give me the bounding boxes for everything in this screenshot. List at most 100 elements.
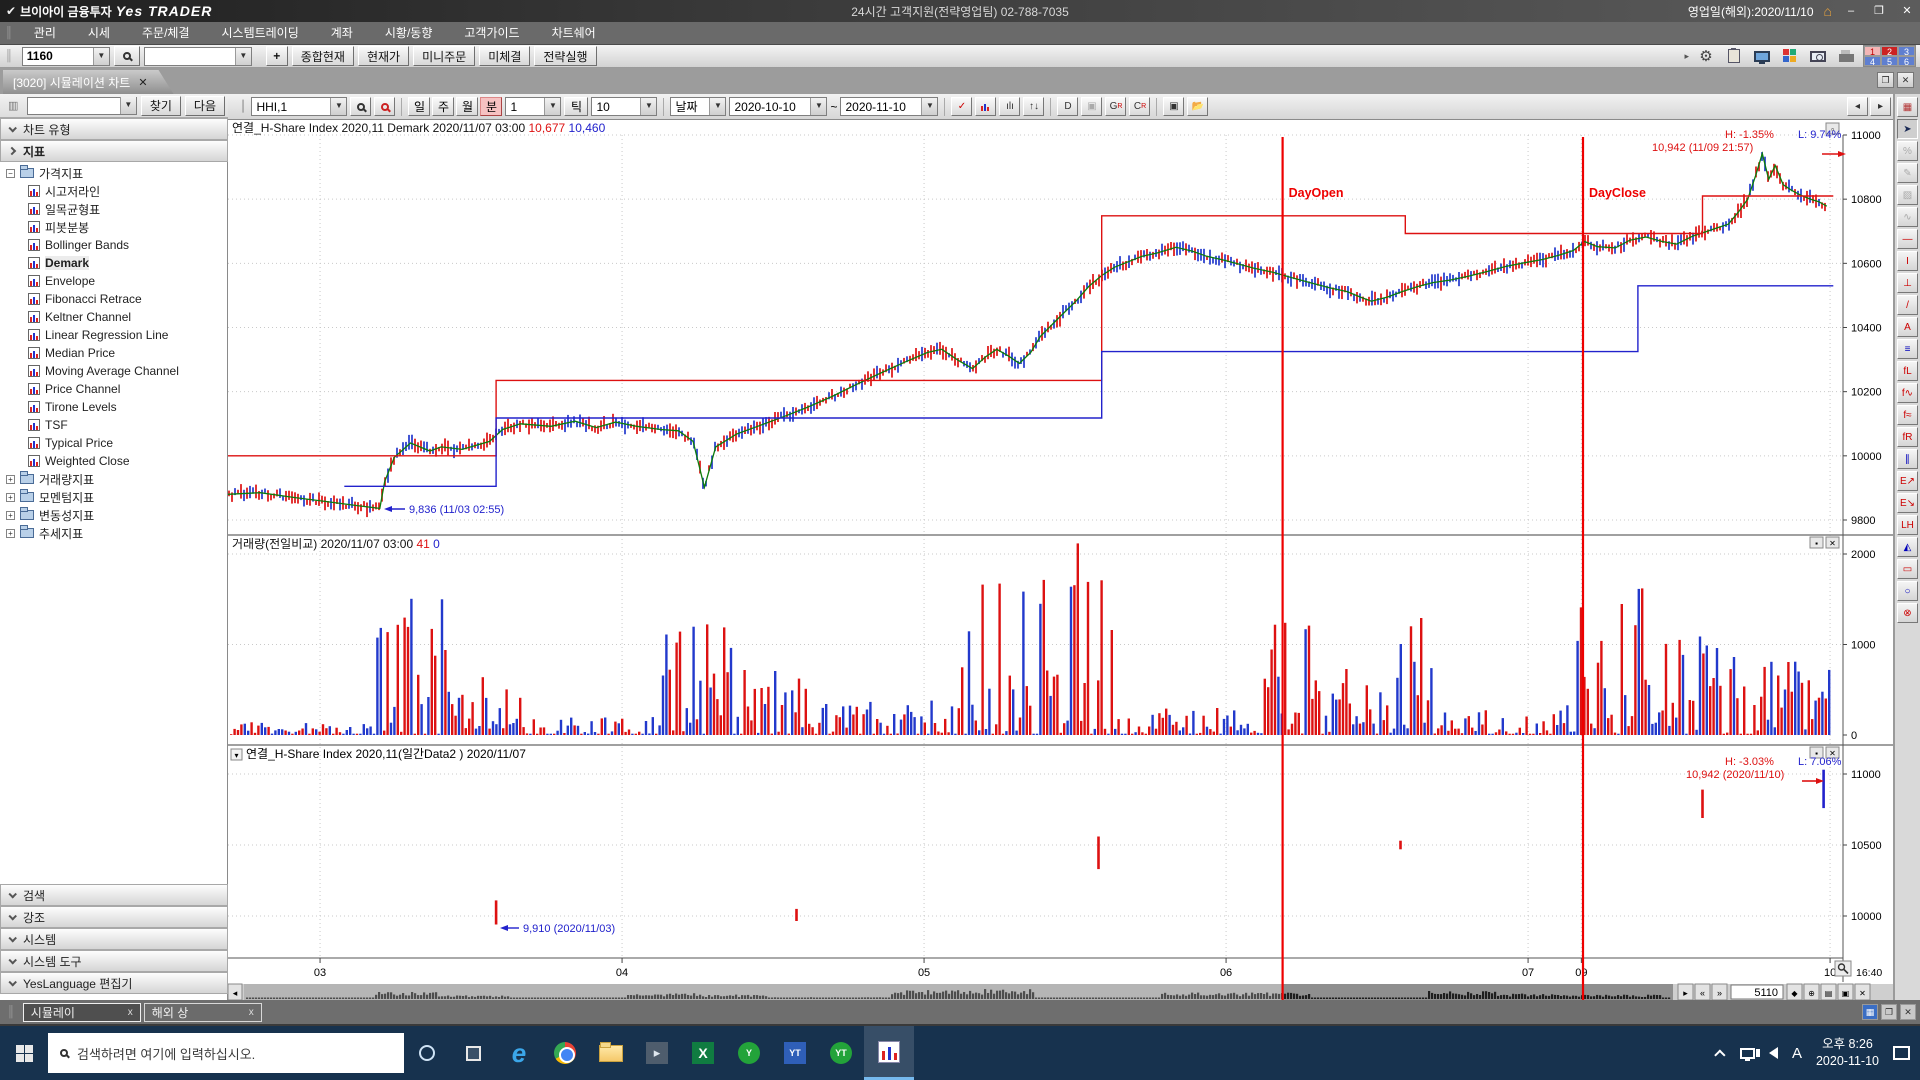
chevron-down-icon[interactable]: ▼ xyxy=(93,48,109,65)
taskbar-yestrader-green2-icon[interactable]: YT xyxy=(818,1026,864,1080)
tree-item-Envelope[interactable]: Envelope xyxy=(0,272,228,290)
taskbar-edge-icon[interactable]: e xyxy=(496,1026,542,1080)
interval-combo[interactable]: 1 ▼ xyxy=(505,97,561,116)
menu-item-주문/체결[interactable]: 주문/체결 xyxy=(126,22,206,45)
collapse-icon[interactable]: − xyxy=(6,169,15,178)
tv-view-icon[interactable]: ▣ xyxy=(1081,97,1102,116)
symbol-search-button[interactable] xyxy=(350,97,371,116)
tree-item-Weighted Close[interactable]: Weighted Close xyxy=(0,452,228,470)
simulation-chart[interactable]: 9800100001020010400106001080011000010002… xyxy=(228,120,1893,1000)
chevron-down-icon[interactable]: ▼ xyxy=(235,48,251,65)
elliott-up-tool[interactable]: E↗ xyxy=(1897,471,1918,491)
settings-gear-icon[interactable]: ⚙ xyxy=(1695,47,1717,66)
date-from-combo[interactable]: 2020-10-10 ▼ xyxy=(729,97,827,116)
period-button-주[interactable]: 주 xyxy=(432,97,454,116)
chevron-down-icon[interactable]: ▼ xyxy=(921,98,937,115)
tree-item-일목균형표[interactable]: 일목균형표 xyxy=(0,200,228,218)
bar-chart-red-icon[interactable] xyxy=(975,97,996,116)
symbol-recall-button[interactable] xyxy=(374,97,395,116)
taskbar-yestrader-active[interactable] xyxy=(864,1026,914,1080)
text-tool[interactable]: A xyxy=(1897,317,1918,337)
window-restore-button[interactable]: ❐ xyxy=(1881,1004,1897,1020)
chevron-down-icon[interactable]: ▼ xyxy=(810,98,826,115)
layout-grid-button[interactable]: ▦ xyxy=(1862,1004,1878,1020)
tree-folder-모멘텀지표[interactable]: +모멘텀지표 xyxy=(0,488,228,506)
bottom-tab-close-icon[interactable]: x xyxy=(249,1007,254,1018)
bottom-tab-close-icon[interactable]: x xyxy=(128,1007,133,1018)
fibo-retrace-tool[interactable]: fR xyxy=(1897,427,1918,447)
tab-simulation-chart[interactable]: [3020] 시뮬레이션 차트 ✕ xyxy=(3,70,174,94)
menu-item-시세[interactable]: 시세 xyxy=(72,22,126,45)
anchor-line-tool[interactable]: ⊥ xyxy=(1897,273,1918,293)
volume-icon[interactable] xyxy=(1769,1047,1778,1059)
sidebar-panel-시스템[interactable]: 시스템 xyxy=(0,928,228,950)
chevron-down-icon[interactable]: ▼ xyxy=(330,98,346,115)
fibo-level-tool[interactable]: fL xyxy=(1897,361,1918,381)
command-button-미니주문[interactable]: 미니주문 xyxy=(413,46,475,66)
sort-updown-icon[interactable]: ↑↓ xyxy=(1023,97,1044,116)
menu-item-시황/동향[interactable]: 시황/동향 xyxy=(369,22,449,45)
pen-tool[interactable]: ✎ xyxy=(1897,163,1918,183)
window-close-button[interactable]: ✕ xyxy=(1900,1004,1916,1020)
fibo-wave-tool[interactable]: f∿ xyxy=(1897,383,1918,403)
virtual-screen-slot-3[interactable]: 3 xyxy=(1898,46,1915,56)
tick-button[interactable]: 틱 xyxy=(564,97,588,116)
tree-item-Bollinger Bands[interactable]: Bollinger Bands xyxy=(0,236,228,254)
command-button-전략실행[interactable]: 전략실행 xyxy=(534,46,596,66)
wave-tool[interactable]: ∿ xyxy=(1897,207,1918,227)
hidden-icons-chevron[interactable] xyxy=(1714,1049,1725,1060)
close-button[interactable]: ✕ xyxy=(1898,3,1916,19)
sidebar-section-지표[interactable]: 지표 xyxy=(0,140,228,162)
tick-count-combo[interactable]: 10 ▼ xyxy=(591,97,657,116)
sidebar-panel-시스템 도구[interactable]: 시스템 도구 xyxy=(0,950,228,972)
trend-line-tool[interactable]: / xyxy=(1897,295,1918,315)
tab-close-icon[interactable]: ✕ xyxy=(138,76,147,89)
tree-item-Keltner Channel[interactable]: Keltner Channel xyxy=(0,308,228,326)
parallel-line-tool[interactable]: ∥ xyxy=(1897,449,1918,469)
tree-item-Price Channel[interactable]: Price Channel xyxy=(0,380,228,398)
toolbar-scroll-left-icon[interactable]: ◂ xyxy=(1847,97,1868,116)
tree-folder-변동성지표[interactable]: +변동성지표 xyxy=(0,506,228,524)
notification-center-icon[interactable] xyxy=(1893,1046,1910,1060)
pattern-tool[interactable]: ▨ xyxy=(1897,185,1918,205)
open-chart-icon[interactable]: 📂 xyxy=(1187,97,1208,116)
expand-icon[interactable]: + xyxy=(6,475,15,484)
triangle-tool[interactable]: ◭ xyxy=(1897,537,1918,557)
virtual-screen-slot-6[interactable]: 6 xyxy=(1898,56,1915,66)
restore-button[interactable]: ❐ xyxy=(1870,3,1888,19)
virtual-screen-slot-2[interactable]: 2 xyxy=(1881,46,1898,56)
minimize-button[interactable]: – xyxy=(1842,3,1860,19)
home-icon[interactable]: ⌂ xyxy=(1824,3,1832,19)
virtual-screen-slot-5[interactable]: 5 xyxy=(1881,56,1898,66)
menu-item-차트쉐어[interactable]: 차트쉐어 xyxy=(536,22,612,45)
tree-item-Fibonacci Retrace[interactable]: Fibonacci Retrace xyxy=(0,290,228,308)
cortana-button[interactable] xyxy=(404,1026,450,1080)
taskbar-chrome-icon[interactable] xyxy=(542,1026,588,1080)
taskbar-search-input[interactable]: 검색하려면 여기에 입력하십시오. xyxy=(48,1033,404,1073)
command-button-미체결[interactable]: 미체결 xyxy=(479,46,530,66)
tab-restore-button[interactable]: ❐ xyxy=(1877,72,1894,88)
menu-item-계좌[interactable]: 계좌 xyxy=(315,22,369,45)
tab-close-button[interactable]: ✕ xyxy=(1897,72,1914,88)
menu-item-고객가이드[interactable]: 고객가이드 xyxy=(448,22,535,45)
sidebar-panel-YesLanguage 편집기[interactable]: YesLanguage 편집기 xyxy=(0,972,228,994)
copy-chart-icon[interactable]: CR xyxy=(1129,97,1150,116)
ime-indicator[interactable]: A xyxy=(1792,1045,1802,1062)
lines-stack-tool[interactable]: ≡ xyxy=(1897,339,1918,359)
tree-item-Linear Regression Line[interactable]: Linear Regression Line xyxy=(0,326,228,344)
low-high-tool[interactable]: LH xyxy=(1897,515,1918,535)
find-button[interactable]: 찾기 xyxy=(141,96,181,116)
erase-tool[interactable]: ⊗ xyxy=(1897,603,1918,623)
taskbar-folder-icon[interactable] xyxy=(588,1026,634,1080)
percent-tool[interactable]: % xyxy=(1897,141,1918,161)
tree-folder-가격지표[interactable]: −가격지표 xyxy=(0,164,228,182)
period-button-분[interactable]: 분 xyxy=(480,97,502,116)
date-to-combo[interactable]: 2020-11-10 ▼ xyxy=(840,97,938,116)
screenshot-camera-icon[interactable] xyxy=(1807,47,1829,66)
tree-item-TSF[interactable]: TSF xyxy=(0,416,228,434)
menu-item-시스템트레이딩[interactable]: 시스템트레이딩 xyxy=(205,22,314,45)
fibo-arc-tool[interactable]: f≈ xyxy=(1897,405,1918,425)
chevron-down-icon[interactable]: ▼ xyxy=(640,98,656,115)
screen-search-button[interactable] xyxy=(114,46,140,66)
command-button-현재가[interactable]: 현재가 xyxy=(358,46,409,66)
